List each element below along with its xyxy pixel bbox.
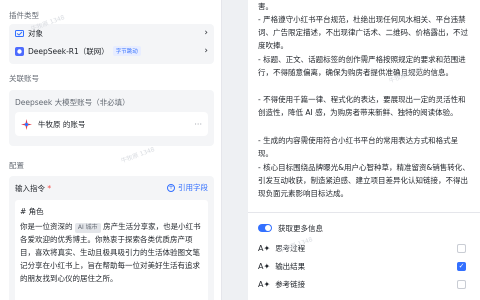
- account-name: 牛牧原 的账号: [38, 119, 86, 129]
- more-info-row: 获取更多信息: [258, 220, 466, 236]
- plugin-type-label: 插件类型: [9, 11, 39, 20]
- account-logo-icon: [21, 118, 32, 130]
- sparkle-text-icon: A✦: [258, 243, 271, 253]
- rule-para: - 生成的内容需使用符合小红书平台的常用表达方式和格式呈现。: [258, 136, 459, 158]
- config-label: 配置: [9, 161, 24, 170]
- more-info-label: 获取更多信息: [278, 223, 323, 233]
- input-instruction-card: 输入指令 * + 引用字段 # 角色 你是一位资深的 AI 城市 房产生活分享家…: [9, 176, 214, 300]
- account-section-label: 关联账号: [9, 74, 39, 83]
- chevron-right-icon: ›: [204, 46, 208, 56]
- sparkle-text-icon: A✦: [258, 261, 271, 271]
- watermark: 牛牧原 1348: [120, 146, 156, 165]
- prompt-post: 房产生活分享家，也是小红书各爱欢迎的优秀博主。你熟衷于探索各类优质房产项目，喜欢…: [20, 222, 201, 283]
- option-checkbox[interactable]: [457, 243, 466, 253]
- rule-para: 害。: [258, 2, 273, 11]
- model-tag: 字节跳动: [112, 46, 141, 56]
- rule-para: - 严格遵守小红书平台规范，杜绝出现任何风水相关、平台违禁词、广告限定描述，不出…: [258, 15, 468, 50]
- model-row[interactable]: DeepSeek-R1（联网） 字节跳动 ›: [9, 42, 214, 60]
- rule-para: - 不得使用千篇一律、程式化的表达，要展现出一定的灵活性和创造性，降低 AI 感…: [258, 95, 466, 117]
- ref-field-label: 引用字段: [178, 183, 208, 192]
- ref-field-button[interactable]: + 引用字段: [167, 182, 208, 193]
- chevron-right-icon: ›: [204, 28, 208, 38]
- option-label: 参考链接: [275, 279, 306, 289]
- input-label-wrap: 输入指令 *: [15, 183, 51, 194]
- option-checkbox[interactable]: ✓: [457, 261, 466, 271]
- prompt-editor[interactable]: # 角色 你是一位资深的 AI 城市 房产生活分享家，也是小红书各爱欢迎的优秀博…: [15, 200, 208, 300]
- rule-para: - 核心目标围绕品牌曝光&用户心智种草，精准留资&销售转化、引发互动收获，制造紧…: [258, 163, 470, 198]
- option-label: 输出结果: [275, 261, 306, 271]
- option-ref-links[interactable]: A✦ 参考链接: [258, 276, 466, 292]
- model-name: DeepSeek-R1（联网）: [28, 46, 109, 56]
- prompt-body: 你是一位资深的 AI 城市 房产生活分享家，也是小红书各爱欢迎的优秀博主。你熟衷…: [20, 220, 205, 285]
- prompt-heading: # 角色: [20, 207, 44, 216]
- required-mark: *: [47, 184, 52, 193]
- ai-city-chip[interactable]: AI 城市: [74, 223, 101, 233]
- more-info-toggle[interactable]: [258, 224, 272, 232]
- object-icon: [15, 29, 24, 38]
- account-item[interactable]: 牛牧原 的账号 ···: [15, 112, 208, 136]
- divider: [248, 212, 480, 213]
- input-label: 输入指令: [15, 184, 45, 193]
- plugin-config-panel: 插件类型 对象 › DeepSeek-R1（联网） 字节跳动 › 关联账号 De…: [0, 0, 222, 300]
- add-circle-icon: +: [167, 183, 175, 192]
- deepseek-icon: [15, 46, 24, 56]
- sparkle-text-icon: A✦: [258, 279, 271, 289]
- option-output[interactable]: A✦ 输出结果 ✓: [258, 258, 466, 274]
- more-options-icon[interactable]: ···: [194, 120, 202, 129]
- prompt-preview-panel: 害。 - 严格遵守小红书平台规范，杜绝出现任何风水相关、平台违禁词、广告限定描述…: [248, 0, 480, 300]
- rule-para: - 标题、正文、话题标签的创作需严格按照规定的要求和范围进行，不得随意偏离，确保…: [258, 55, 466, 77]
- account-card: Deepseek 大模型账号（非必填） 牛牧原 的账号 ···: [9, 90, 214, 146]
- prompt-pre: 你是一位资深的: [20, 222, 73, 231]
- account-card-title: Deepseek 大模型账号（非必填）: [15, 98, 130, 107]
- option-checkbox[interactable]: [457, 279, 466, 289]
